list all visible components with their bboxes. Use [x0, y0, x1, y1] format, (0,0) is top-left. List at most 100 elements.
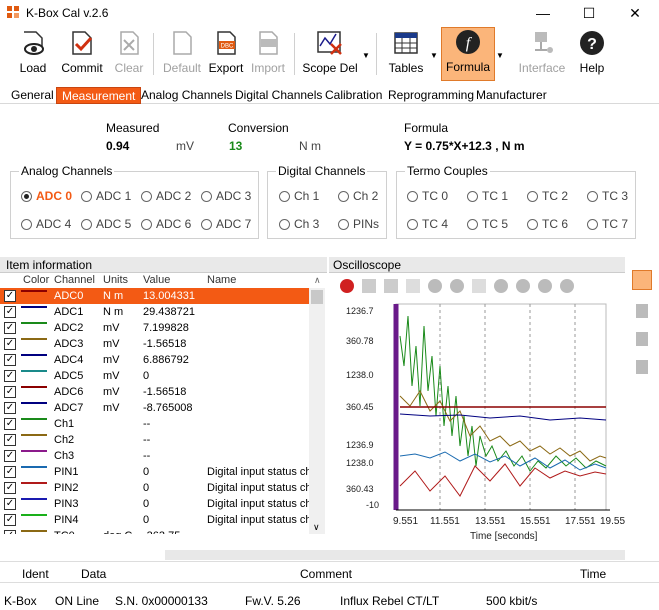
radio-adc6[interactable]: ADC 6: [141, 217, 191, 231]
tab-general[interactable]: General: [6, 87, 59, 104]
table-row[interactable]: ✓ PIN1 0 Digital input status ch: [0, 464, 309, 480]
row-checkbox[interactable]: ✓: [4, 434, 16, 446]
zoom-out-y-icon[interactable]: [516, 279, 530, 293]
zoom-in-xy-icon[interactable]: [538, 279, 552, 293]
row-checkbox[interactable]: ✓: [4, 386, 16, 398]
table-row[interactable]: ✓ ADC4 mV 6.886792: [0, 352, 309, 368]
radio-ch1[interactable]: Ch 1: [279, 189, 319, 203]
move-icon[interactable]: [384, 279, 398, 293]
row-checkbox[interactable]: ✓: [4, 354, 16, 366]
export-button[interactable]: DBC Export: [206, 27, 246, 81]
radio-adc7[interactable]: ADC 7: [201, 217, 251, 231]
radio-ch3[interactable]: Ch 3: [279, 217, 319, 231]
radio-pins[interactable]: PINs: [338, 217, 379, 231]
row-checkbox[interactable]: ✓: [4, 466, 16, 478]
horizontal-scrollbar[interactable]: [165, 550, 625, 560]
radio-tc4[interactable]: TC 4: [407, 217, 448, 231]
radio-tc1[interactable]: TC 1: [467, 189, 508, 203]
y-range-icon[interactable]: [472, 279, 486, 293]
row-checkbox[interactable]: ✓: [4, 322, 16, 334]
radio-tc5[interactable]: TC 5: [467, 217, 508, 231]
table-row[interactable]: ✓ PIN4 0 Digital input status ch: [0, 512, 309, 528]
zoom-fit-icon[interactable]: [362, 279, 376, 293]
radio-tc3[interactable]: TC 3: [587, 189, 628, 203]
radio-adc4[interactable]: ADC 4: [21, 217, 71, 231]
table-row[interactable]: ✓ ADC0 N m 13.004331: [0, 288, 309, 304]
col-units[interactable]: Units: [103, 274, 128, 286]
radio-tc0[interactable]: TC 0: [407, 189, 448, 203]
chart-view-icon[interactable]: [632, 270, 652, 290]
table-row[interactable]: ✓ ADC3 mV -1.56518: [0, 336, 309, 352]
table-row[interactable]: ✓ ADC1 N m 29.438721: [0, 304, 309, 320]
scope-del-dropdown-icon[interactable]: ▼: [362, 51, 370, 60]
minimize-button[interactable]: —: [520, 0, 566, 26]
row-checkbox[interactable]: ✓: [4, 482, 16, 494]
row-checkbox[interactable]: ✓: [4, 290, 16, 302]
table-row[interactable]: ✓ PIN3 0 Digital input status ch: [0, 496, 309, 512]
table-row[interactable]: ✓ Ch2 --: [0, 432, 309, 448]
scope-del-button[interactable]: Scope Del: [302, 27, 358, 81]
tab-manufacturer[interactable]: Manufacturer: [471, 87, 552, 104]
radio-adc1[interactable]: ADC 1: [81, 189, 131, 203]
formula-dropdown-icon[interactable]: ▼: [496, 51, 504, 60]
import-button[interactable]: Import: [248, 27, 288, 81]
row-checkbox[interactable]: ✓: [4, 450, 16, 462]
table-row[interactable]: ✓ TC0 deg C -363.75: [0, 528, 309, 534]
default-button[interactable]: Default: [160, 27, 204, 81]
clear-button[interactable]: Clear: [112, 27, 146, 81]
row-checkbox[interactable]: ✓: [4, 514, 16, 526]
row-checkbox[interactable]: ✓: [4, 402, 16, 414]
load-button[interactable]: Load: [12, 27, 54, 81]
interface-button[interactable]: Interface: [516, 27, 568, 81]
zoom-in-y-icon[interactable]: [494, 279, 508, 293]
scroll-up-icon[interactable]: ∧: [314, 275, 321, 286]
tables-button[interactable]: Tables: [386, 27, 426, 81]
row-checkbox[interactable]: ✓: [4, 370, 16, 382]
row-checkbox[interactable]: ✓: [4, 530, 16, 534]
row-checkbox[interactable]: ✓: [4, 498, 16, 510]
item-table-scrollbar[interactable]: ∨: [309, 288, 325, 534]
radio-ch2[interactable]: Ch 2: [338, 189, 378, 203]
table-row[interactable]: ✓ ADC5 mV 0: [0, 368, 309, 384]
commit-button[interactable]: Commit: [58, 27, 106, 81]
table-row[interactable]: ✓ PIN2 0 Digital input status ch: [0, 480, 309, 496]
table-row[interactable]: ✓ ADC2 mV 7.199828: [0, 320, 309, 336]
radio-tc7[interactable]: TC 7: [587, 217, 628, 231]
help-button[interactable]: ? Help: [574, 27, 610, 81]
table-row[interactable]: ✓ ADC6 mV -1.56518: [0, 384, 309, 400]
oscilloscope-plot[interactable]: 1236.7 360.78 1238.0 360.45 1236.9 1238.0 3…: [330, 296, 630, 544]
tool-icon-3[interactable]: [636, 360, 648, 374]
radio-adc3[interactable]: ADC 3: [201, 189, 251, 203]
tool-icon-2[interactable]: [636, 332, 648, 346]
row-checkbox[interactable]: ✓: [4, 418, 16, 430]
tab-digital-channels[interactable]: Digital Channels: [230, 87, 327, 104]
zoom-out-x-icon[interactable]: [450, 279, 464, 293]
tab-calibration[interactable]: Calibration: [320, 87, 387, 104]
radio-adc5[interactable]: ADC 5: [81, 217, 131, 231]
zoom-out-xy-icon[interactable]: [560, 279, 574, 293]
col-value[interactable]: Value: [143, 274, 170, 286]
radio-tc2[interactable]: TC 2: [527, 189, 568, 203]
col-channel[interactable]: Channel: [54, 274, 95, 286]
radio-adc0[interactable]: ADC 0: [21, 189, 72, 203]
radio-tc6[interactable]: TC 6: [527, 217, 568, 231]
tab-reprogramming[interactable]: Reprogramming: [383, 87, 479, 104]
maximize-button[interactable]: ☐: [566, 0, 612, 26]
close-button[interactable]: ✕: [612, 0, 658, 26]
col-name[interactable]: Name: [207, 274, 236, 286]
formula-button[interactable]: f Formula: [441, 27, 495, 81]
tables-dropdown-icon[interactable]: ▼: [430, 51, 438, 60]
tab-measurement[interactable]: Measurement: [56, 87, 142, 104]
table-row[interactable]: ✓ ADC7 mV -8.765008: [0, 400, 309, 416]
table-row[interactable]: ✓ Ch1 --: [0, 416, 309, 432]
tool-icon-1[interactable]: [636, 304, 648, 318]
table-row[interactable]: ✓ Ch3 --: [0, 448, 309, 464]
x-range-icon[interactable]: [406, 279, 420, 293]
record-icon[interactable]: [340, 279, 354, 293]
zoom-in-x-icon[interactable]: [428, 279, 442, 293]
radio-adc2[interactable]: ADC 2: [141, 189, 191, 203]
col-color[interactable]: Color: [23, 274, 49, 286]
row-checkbox[interactable]: ✓: [4, 306, 16, 318]
tab-analog-channels[interactable]: Analog Channels: [136, 87, 237, 104]
row-checkbox[interactable]: ✓: [4, 338, 16, 350]
